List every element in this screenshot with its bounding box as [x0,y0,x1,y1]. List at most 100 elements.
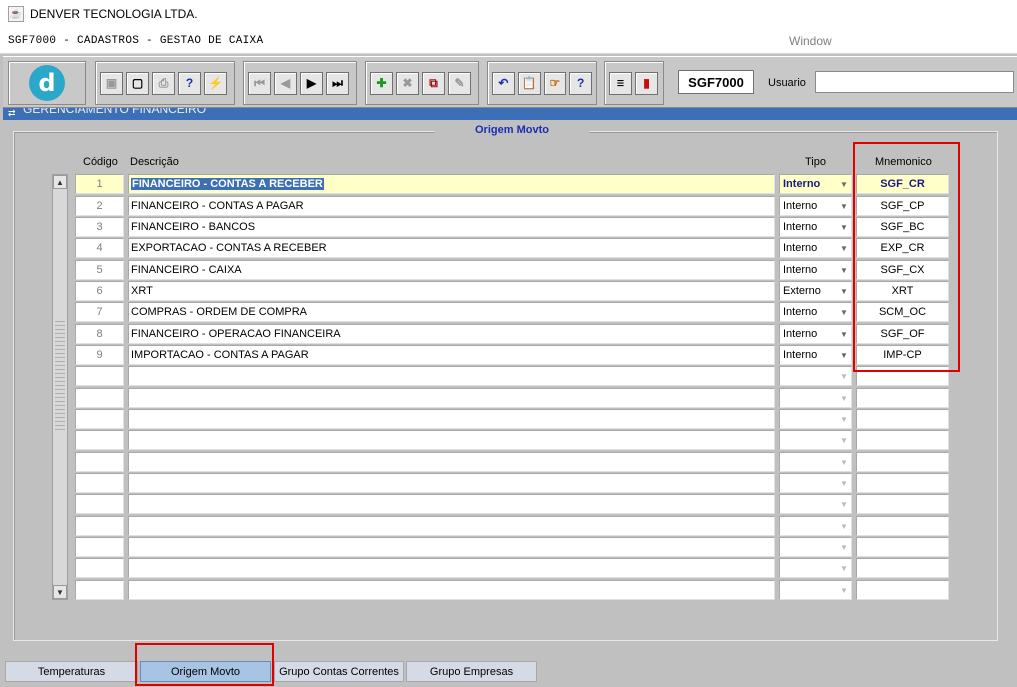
descricao-cell[interactable]: FINANCEIRO - OPERACAO FINANCEIRA [128,324,775,344]
save-icon[interactable]: ▣ [100,71,123,95]
codigo-cell[interactable]: 7 [75,302,124,322]
chevron-down-icon[interactable]: ▼ [838,369,850,383]
tab-grupo-contas-correntes[interactable]: Grupo Contas Correntes [274,661,404,682]
mnemonico-cell[interactable] [856,452,949,472]
chevron-down-icon[interactable]: ▼ [838,540,850,554]
codigo-cell[interactable] [75,516,124,536]
mnemonico-cell[interactable] [856,537,949,557]
chevron-down-icon[interactable]: ▼ [838,263,850,277]
codigo-cell[interactable]: 2 [75,196,124,216]
tipo-select[interactable]: ▼ [779,580,852,600]
print-icon[interactable]: ⎙ [152,71,175,95]
last-record-icon[interactable]: ⏭ [326,71,349,95]
descricao-cell[interactable]: XRT [128,281,775,301]
exit-form-icon[interactable]: ☞ [543,71,567,95]
tipo-select[interactable]: ▼ [779,388,852,408]
query-help-icon[interactable]: ? [178,71,201,95]
tab-grupo-empresas[interactable]: Grupo Empresas [406,661,537,682]
delete-record-icon[interactable]: ✖ [396,71,419,95]
tipo-select[interactable]: Externo ▼ [779,281,852,301]
undo-icon[interactable]: ↶ [492,71,515,95]
chevron-down-icon[interactable]: ▼ [838,583,850,597]
descricao-cell[interactable] [128,473,775,493]
vertical-scrollbar[interactable]: ▲ ▼ [52,174,68,600]
codigo-cell[interactable]: 1 [75,174,124,194]
descricao-cell[interactable] [128,388,775,408]
tipo-select[interactable]: Interno ▼ [779,196,852,216]
menu-icon[interactable]: ☰ [609,71,632,95]
codigo-cell[interactable]: 4 [75,238,124,258]
descricao-cell[interactable]: EXPORTACAO - CONTAS A RECEBER [128,238,775,258]
chevron-down-icon[interactable]: ▼ [838,348,850,362]
codigo-cell[interactable] [75,430,124,450]
descricao-cell[interactable]: FINANCEIRO - BANCOS [128,217,775,237]
next-record-icon[interactable]: ▶ [300,71,323,95]
help-icon[interactable]: ? [569,71,592,95]
descricao-cell[interactable] [128,409,775,429]
chevron-down-icon[interactable]: ▼ [838,284,850,298]
insert-record-icon[interactable]: ✚ [370,71,393,95]
codigo-cell[interactable] [75,366,124,386]
tipo-select[interactable]: ▼ [779,473,852,493]
codigo-cell[interactable]: 3 [75,217,124,237]
scroll-up-icon[interactable]: ▲ [53,175,67,189]
mnemonico-cell[interactable] [856,388,949,408]
chevron-down-icon[interactable]: ▼ [838,177,850,191]
codigo-cell[interactable]: 8 [75,324,124,344]
tipo-select[interactable]: Interno ▼ [779,260,852,280]
codigo-cell[interactable] [75,452,124,472]
descricao-cell[interactable] [128,452,775,472]
tab-temperaturas[interactable]: Temperaturas [5,661,138,682]
tipo-select[interactable]: ▼ [779,366,852,386]
descricao-cell[interactable]: COMPRAS - ORDEM DE COMPRA [128,302,775,322]
descricao-cell[interactable]: FINANCEIRO - CONTAS A RECEBER [128,174,775,194]
descricao-cell[interactable] [128,494,775,514]
descricao-cell[interactable]: FINANCEIRO - CAIXA [128,260,775,280]
descricao-cell[interactable] [128,537,775,557]
codigo-cell[interactable] [75,409,124,429]
descricao-cell[interactable] [128,516,775,536]
mnemonico-cell[interactable] [856,494,949,514]
chevron-down-icon[interactable]: ▼ [838,199,850,213]
tipo-select[interactable]: Interno ▼ [779,238,852,258]
chevron-down-icon[interactable]: ▼ [838,391,850,405]
chevron-down-icon[interactable]: ▼ [838,412,850,426]
edit-icon[interactable]: ✎ [448,71,471,95]
descricao-cell[interactable] [128,366,775,386]
tipo-select[interactable]: ▼ [779,494,852,514]
codigo-cell[interactable] [75,388,124,408]
codigo-cell[interactable] [75,494,124,514]
codigo-cell[interactable]: 6 [75,281,124,301]
chevron-down-icon[interactable]: ▼ [838,476,850,490]
chevron-down-icon[interactable]: ▼ [838,220,850,234]
mnemonico-cell[interactable] [856,516,949,536]
tipo-select[interactable]: Interno ▼ [779,302,852,322]
chevron-down-icon[interactable]: ▼ [838,241,850,255]
descricao-cell[interactable] [128,558,775,578]
descricao-cell[interactable] [128,580,775,600]
chevron-down-icon[interactable]: ▼ [838,433,850,447]
codigo-cell[interactable] [75,537,124,557]
chevron-down-icon[interactable]: ▼ [838,519,850,533]
window-icon[interactable]: ▢ [126,71,149,95]
execute-query-icon[interactable]: ⚡ [204,71,227,95]
tipo-select[interactable]: Interno ▼ [779,217,852,237]
clipboard-icon[interactable]: 📋 [517,71,541,95]
descricao-cell[interactable] [128,430,775,450]
chevron-down-icon[interactable]: ▼ [838,327,850,341]
mnemonico-cell[interactable] [856,580,949,600]
mnemonico-cell[interactable] [856,473,949,493]
tipo-select[interactable]: ▼ [779,409,852,429]
exit-door-icon[interactable]: ▮ [635,71,658,95]
chevron-down-icon[interactable]: ▼ [838,305,850,319]
chevron-down-icon[interactable]: ▼ [838,455,850,469]
usuario-input[interactable] [815,71,1014,93]
mnemonico-cell[interactable] [856,558,949,578]
codigo-cell[interactable] [75,580,124,600]
first-record-icon[interactable]: ⏮ [248,71,271,95]
codigo-cell[interactable]: 9 [75,345,124,365]
duplicate-record-icon[interactable]: ⧉ [422,71,445,95]
tipo-select[interactable]: ▼ [779,430,852,450]
tipo-select[interactable]: ▼ [779,452,852,472]
tipo-select[interactable]: ▼ [779,537,852,557]
